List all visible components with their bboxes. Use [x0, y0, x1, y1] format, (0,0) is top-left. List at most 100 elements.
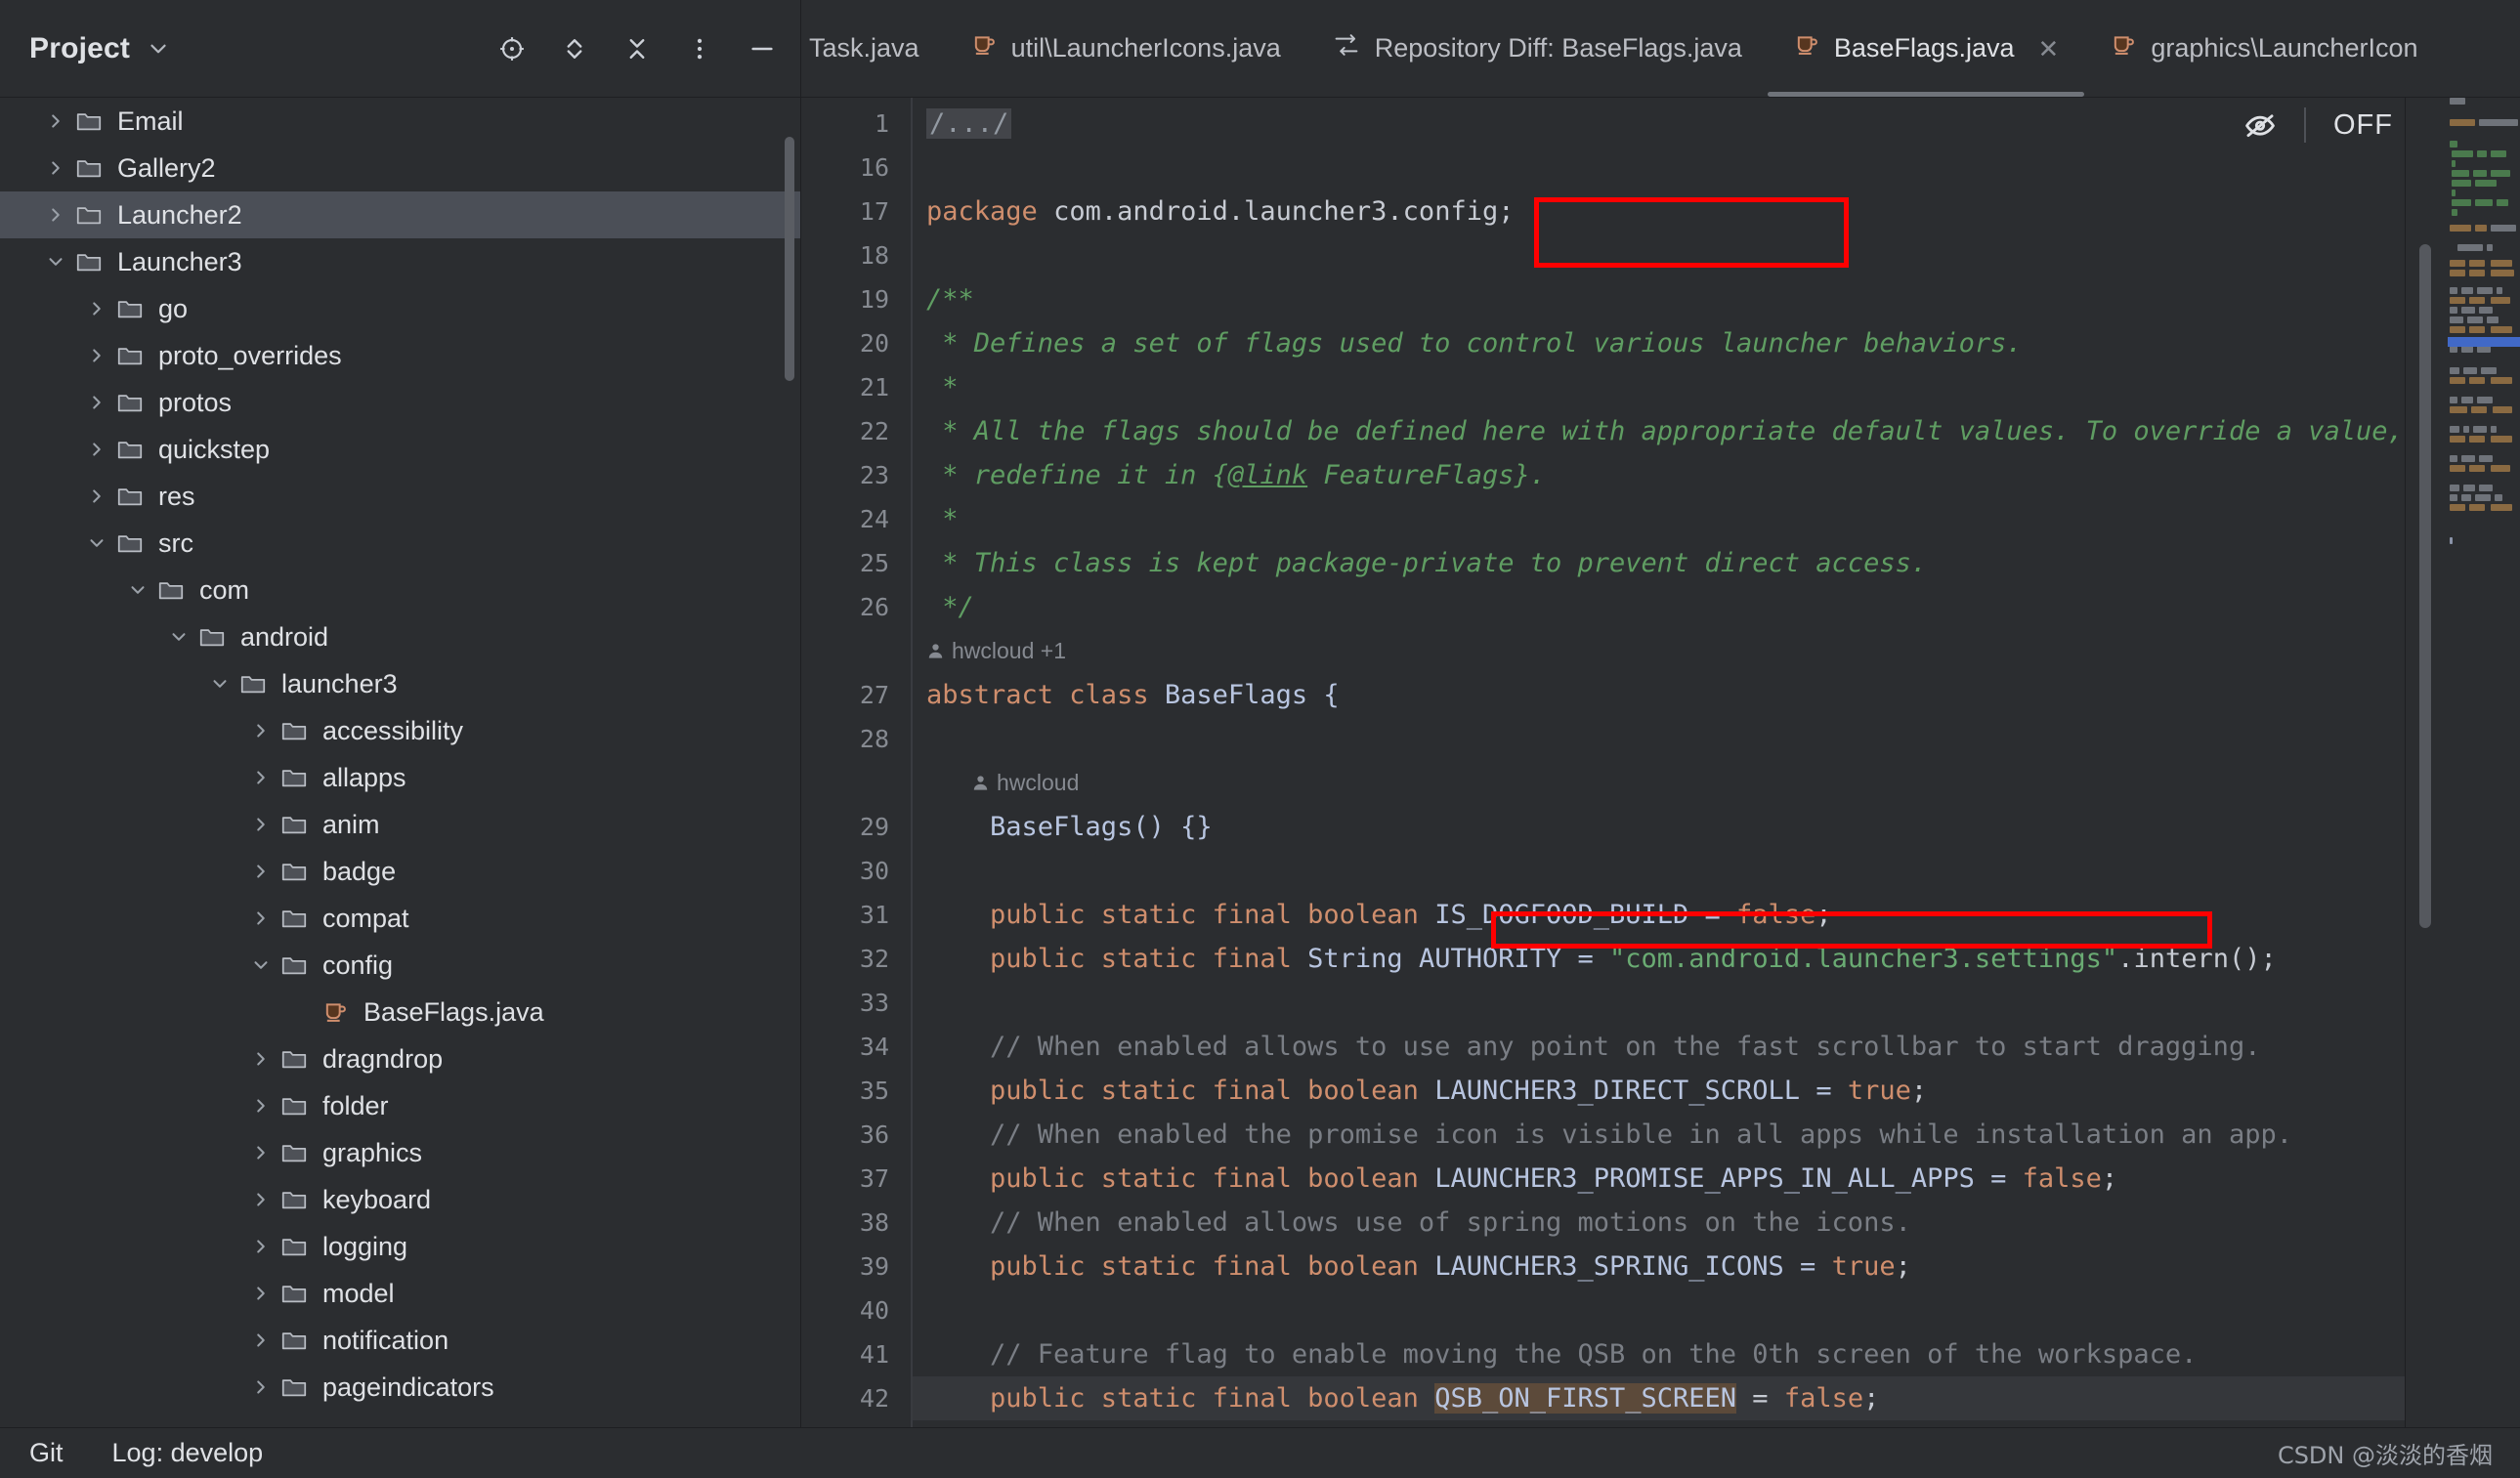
tree-item-launcher3[interactable]: launcher3 [0, 660, 800, 707]
chevron-right-icon[interactable] [244, 1330, 278, 1351]
eye-off-icon[interactable] [2243, 108, 2277, 142]
gutter-line-number: 23 [859, 461, 889, 489]
tree-item-protos[interactable]: protos [0, 379, 800, 426]
editor-inspection-widget: OFF [2243, 107, 2393, 143]
project-panel-header: Project [0, 0, 801, 98]
log-branch-item[interactable]: Log: develop [112, 1438, 264, 1468]
chevron-down-icon[interactable] [244, 954, 278, 976]
tree-item-dragndrop[interactable]: dragndrop [0, 1035, 800, 1082]
editor-scrollbar[interactable] [2419, 244, 2431, 928]
editor-tab-repository-diff--baseflags-java[interactable]: Repository Diff: BaseFlags.java [1306, 0, 1768, 97]
tree-item-src[interactable]: src [0, 520, 800, 567]
chevron-right-icon[interactable] [80, 486, 113, 507]
tree-item-anim[interactable]: anim [0, 801, 800, 848]
close-icon[interactable]: ✕ [2038, 36, 2060, 62]
tree-item-android[interactable]: android [0, 613, 800, 660]
tree-item-compat[interactable]: compat [0, 895, 800, 942]
collapse-all-icon[interactable] [620, 32, 654, 65]
tree-item-email[interactable]: Email [0, 98, 800, 145]
tree-item-go[interactable]: go [0, 285, 800, 332]
chevron-right-icon[interactable] [80, 439, 113, 460]
chevron-right-icon[interactable] [80, 298, 113, 319]
tree-item-launcher2[interactable]: Launcher2 [0, 191, 800, 238]
expand-collapse-icon[interactable] [558, 32, 591, 65]
editor-tab-baseflags-java[interactable]: BaseFlags.java ✕ [1767, 0, 2085, 97]
minimap-code-block [2479, 455, 2493, 462]
tree-item-label: launcher3 [281, 668, 398, 698]
editor-gutter[interactable]: 1 16 17 18 19 20 21 22 23 24 25 26 27 28 29 30 31 32 33 34 3… [801, 98, 911, 1427]
git-status-item[interactable]: Git [29, 1438, 64, 1468]
java-file-icon [1793, 31, 1820, 65]
chevron-right-icon[interactable] [244, 814, 278, 835]
more-options-icon[interactable] [683, 32, 716, 65]
tree-item-accessibility[interactable]: accessibility [0, 707, 800, 754]
tree-item-allapps[interactable]: allapps [0, 754, 800, 801]
gutter-line-number: 29 [859, 813, 889, 841]
tree-item-logging[interactable]: logging [0, 1223, 800, 1270]
minimap-code-block [2450, 287, 2457, 294]
code-vcs-author-hint: hwcloud [913, 761, 2405, 805]
chevron-right-icon[interactable] [39, 204, 72, 226]
code-field-declaration: public static final boolean LAUNCHER3_PR… [926, 1163, 2118, 1194]
tree-item-notification[interactable]: notification [0, 1317, 800, 1364]
editor-code-area[interactable]: /.../ package com.android.launcher3.conf… [911, 98, 2405, 1427]
tree-item-folder[interactable]: folder [0, 1082, 800, 1129]
tree-item-model[interactable]: model [0, 1270, 800, 1317]
minimize-icon[interactable] [746, 32, 779, 65]
tree-item-config[interactable]: config [0, 942, 800, 989]
tree-item-baseflags-java[interactable]: BaseFlags.java [0, 989, 800, 1035]
minimap-code-block [2469, 436, 2485, 443]
chevron-right-icon[interactable] [80, 345, 113, 366]
minimap-code-block [2450, 317, 2463, 323]
tree-item-gallery2[interactable]: Gallery2 [0, 145, 800, 191]
chevron-right-icon[interactable] [244, 1142, 278, 1163]
project-tree-scrollbar[interactable] [785, 137, 794, 381]
chevron-right-icon[interactable] [244, 1095, 278, 1117]
tree-item-keyboard[interactable]: keyboard [0, 1176, 800, 1223]
chevron-right-icon[interactable] [244, 1376, 278, 1398]
chevron-right-icon[interactable] [80, 392, 113, 413]
tree-item-label: quickstep [158, 434, 271, 464]
chevron-right-icon[interactable] [244, 1283, 278, 1304]
tree-item-quickstep[interactable]: quickstep [0, 426, 800, 473]
tree-item-graphics[interactable]: graphics [0, 1129, 800, 1176]
chevron-right-icon[interactable] [244, 1236, 278, 1257]
minimap-code-block [2469, 297, 2485, 304]
minimap-code-block [2491, 377, 2512, 384]
minimap-code-block [2491, 465, 2510, 472]
minimap-code-block [2477, 287, 2493, 294]
inspection-state-label[interactable]: OFF [2333, 109, 2393, 142]
editor-tab-task-java[interactable]: Task.java [801, 0, 945, 97]
chevron-right-icon[interactable] [39, 157, 72, 179]
tree-item-launcher3[interactable]: Launcher3 [0, 238, 800, 285]
chevron-down-icon[interactable] [146, 36, 171, 62]
chevron-right-icon[interactable] [39, 110, 72, 132]
minimap-code-block [2467, 317, 2483, 323]
chevron-right-icon[interactable] [244, 1048, 278, 1070]
locate-icon[interactable] [495, 32, 529, 65]
chevron-down-icon[interactable] [80, 532, 113, 554]
gutter-line-number: 36 [859, 1120, 889, 1149]
tree-item-res[interactable]: res [0, 473, 800, 520]
tree-item-com[interactable]: com [0, 567, 800, 613]
chevron-right-icon[interactable] [244, 720, 278, 741]
tree-item-proto_overrides[interactable]: proto_overrides [0, 332, 800, 379]
chevron-down-icon[interactable] [203, 673, 236, 695]
editor-minimap-strip[interactable] [2405, 98, 2520, 1427]
minimap-code-block [2479, 119, 2518, 126]
minimap-code-block [2452, 199, 2471, 206]
tree-item-badge[interactable]: badge [0, 848, 800, 895]
chevron-right-icon[interactable] [244, 908, 278, 929]
chevron-down-icon[interactable] [39, 251, 72, 273]
chevron-right-icon[interactable] [244, 1189, 278, 1210]
code-field-declaration: public static final boolean IS_DOGFOOD_B… [926, 900, 1832, 930]
minimap-code-block [2477, 150, 2487, 157]
editor-tab-util-launchericons-java[interactable]: util\LauncherIcons.java [945, 0, 1306, 97]
chevron-down-icon[interactable] [121, 579, 154, 601]
code-minimap[interactable] [2448, 98, 2520, 1427]
tree-item-pageindicators[interactable]: pageindicators [0, 1364, 800, 1411]
chevron-down-icon[interactable] [162, 626, 195, 648]
chevron-right-icon[interactable] [244, 861, 278, 882]
chevron-right-icon[interactable] [244, 767, 278, 788]
editor-tab-graphics-launchericon[interactable]: graphics\LauncherIcon [2084, 0, 2443, 97]
